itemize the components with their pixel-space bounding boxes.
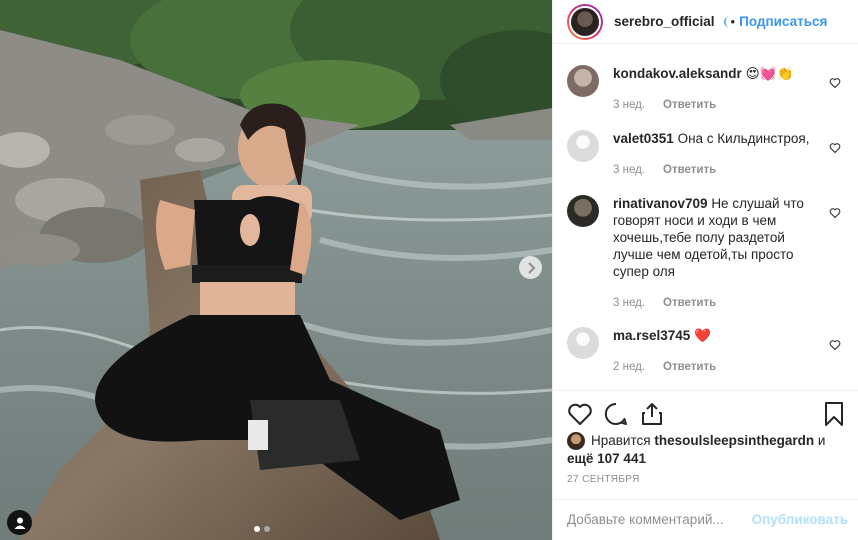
photo-scene [0, 0, 552, 540]
reply-button[interactable]: Ответить [663, 297, 716, 309]
bookmark-icon[interactable] [821, 401, 847, 427]
author-username[interactable]: serebro_official [614, 14, 715, 29]
like-comment-heart-icon[interactable] [829, 142, 841, 154]
next-photo-button[interactable] [519, 256, 542, 279]
reply-button[interactable]: Ответить [663, 99, 716, 111]
comment-meta: 3 нед. Ответить [613, 99, 716, 111]
like-comment-heart-icon[interactable] [829, 207, 841, 219]
comment-meta: 2 нед. Ответить [613, 361, 716, 373]
carousel-dot [264, 526, 270, 532]
post-actions: Нравится thesoulsleepsinthegardn и ещё 1… [553, 390, 858, 540]
post-sidebar: serebro_official • Подписаться kondakov.… [552, 0, 858, 540]
verified-badge-icon [720, 15, 728, 28]
comment-meta: 3 нед. Ответить [613, 164, 716, 176]
comment-text: rinativanov709 Не слушай что говорят нос… [613, 195, 813, 280]
comment-content: 😍💓👏 [745, 66, 794, 81]
likes-count[interactable]: ещё 107 441 [567, 451, 646, 466]
carousel-dot [254, 526, 260, 532]
likes-summary: Нравится thesoulsleepsinthegardn и ещё 1… [567, 432, 847, 467]
header-separator: • [730, 14, 736, 29]
add-comment-bar: Опубликовать [553, 499, 858, 540]
comment-content: ❤️ [694, 328, 711, 343]
follow-button[interactable]: Подписаться [739, 14, 827, 29]
post-photo[interactable] [0, 0, 552, 540]
commenter-username[interactable]: ma.rsel3745 [613, 328, 690, 343]
comment-text: ma.rsel3745 ❤️ [613, 327, 813, 344]
comment-time: 2 нед. [613, 361, 645, 373]
publish-button[interactable]: Опубликовать [752, 512, 848, 527]
post-header: serebro_official • Подписаться [553, 0, 858, 44]
commenter-avatar[interactable] [567, 130, 599, 162]
commenter-username[interactable]: rinativanov709 [613, 196, 708, 211]
reply-button[interactable]: Ответить [663, 361, 716, 373]
reply-button[interactable]: Ответить [663, 164, 716, 176]
comment-text: kondakov.aleksandr 😍💓👏 [613, 65, 813, 82]
like-comment-heart-icon[interactable] [829, 77, 841, 89]
heart-icon[interactable] [567, 401, 593, 427]
comment-content: Она с Кильдинстроя, [677, 131, 810, 146]
comment-icon[interactable] [603, 401, 629, 427]
post-date[interactable]: 27 сентября [567, 474, 640, 485]
action-icons [567, 401, 847, 427]
commenter-avatar[interactable] [567, 65, 599, 97]
carousel-indicator [254, 526, 270, 532]
comment-text: valet0351 Она с Кильдинстроя, [613, 130, 813, 147]
comment-input[interactable] [567, 512, 747, 527]
instagram-post: serebro_official • Подписаться kondakov.… [0, 0, 858, 540]
liker-username[interactable]: thesoulsleepsinthegardn [654, 433, 814, 448]
commenter-username[interactable]: kondakov.aleksandr [613, 66, 742, 81]
commenter-avatar[interactable] [567, 195, 599, 227]
likes-middle: и [817, 433, 826, 448]
comment-time: 3 нед. [613, 297, 645, 309]
comment-time: 3 нед. [613, 99, 645, 111]
chevron-right-icon [527, 261, 535, 274]
commenter-username[interactable]: valet0351 [613, 131, 674, 146]
author-avatar[interactable] [567, 3, 603, 40]
user-icon [14, 517, 25, 529]
share-icon[interactable] [639, 401, 665, 427]
like-comment-heart-icon[interactable] [829, 339, 841, 351]
comment-time: 3 нед. [613, 164, 645, 176]
likes-prefix: Нравится [591, 433, 651, 448]
liker-avatar[interactable] [567, 432, 585, 451]
tagged-users-button[interactable] [7, 510, 32, 535]
comment-meta: 3 нед. Ответить [613, 297, 716, 309]
commenter-avatar[interactable] [567, 327, 599, 359]
